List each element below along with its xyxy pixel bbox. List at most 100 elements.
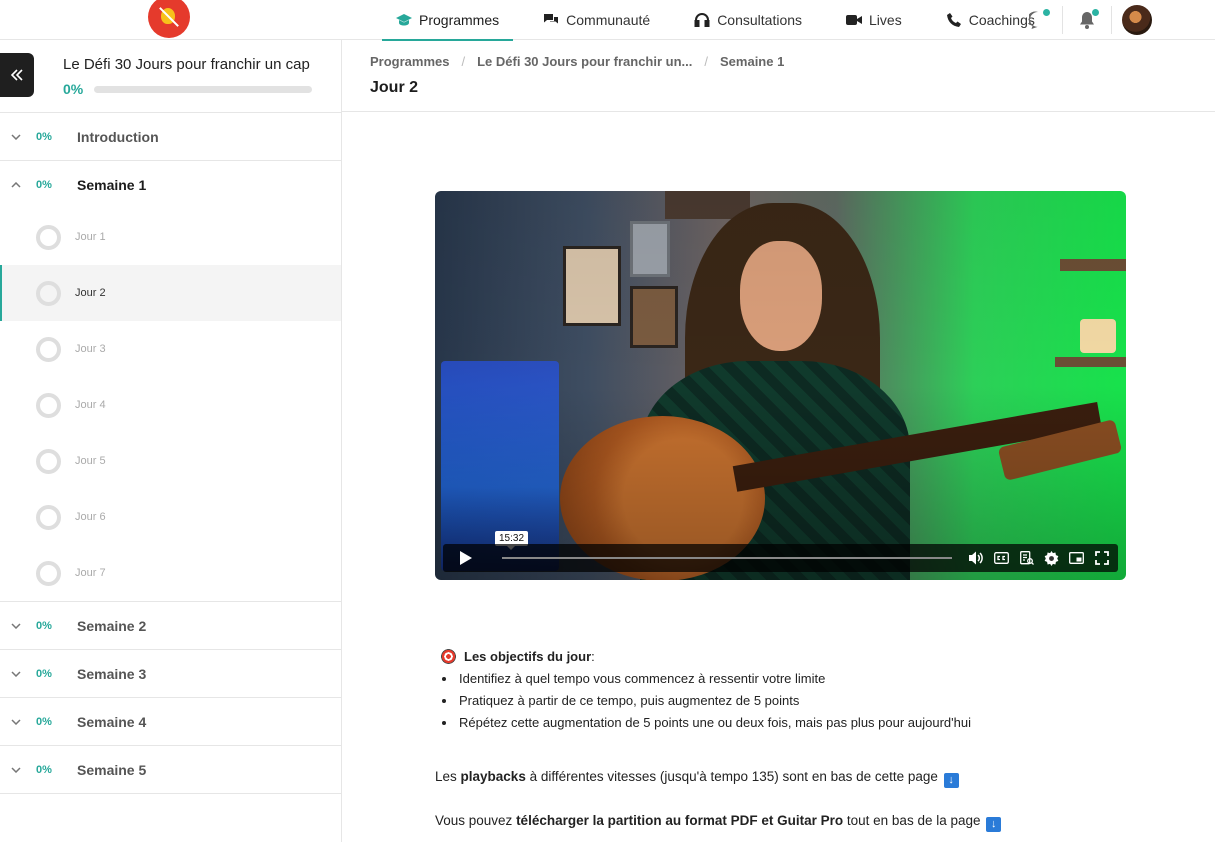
section-name: Semaine 1 bbox=[77, 177, 147, 193]
objectives-list: Identifiez à quel tempo vous commencez à… bbox=[457, 668, 1135, 734]
section-semaine-3[interactable]: 0% Semaine 3 bbox=[0, 650, 341, 698]
lesson-item[interactable]: Jour 5 bbox=[0, 433, 341, 489]
collapse-sidebar-button[interactable] bbox=[0, 53, 34, 97]
down-arrow-icon: ↓ bbox=[986, 816, 1002, 832]
chevron-down-icon bbox=[9, 133, 23, 140]
lesson-item[interactable]: Jour 6 bbox=[0, 489, 341, 545]
notifications-button[interactable] bbox=[1073, 6, 1101, 34]
breadcrumb: Programmes / Le Défi 30 Jours pour franc… bbox=[370, 54, 784, 69]
progress-ring-icon bbox=[36, 280, 61, 306]
lesson-content: Les objectifs du jour : Identifiez à que… bbox=[435, 647, 1135, 734]
section-percent: 0% bbox=[36, 179, 52, 191]
double-chevron-left-icon bbox=[10, 69, 23, 81]
lesson-name: Jour 1 bbox=[75, 231, 106, 243]
lesson-item[interactable]: Jour 4 bbox=[0, 377, 341, 433]
download-paragraph: Vous pouvez télécharger la partition au … bbox=[435, 813, 1002, 832]
divider bbox=[1111, 6, 1112, 34]
nav-consultations[interactable]: Consultations bbox=[680, 0, 816, 40]
section-name: Semaine 4 bbox=[77, 713, 147, 730]
section-name: Semaine 2 bbox=[77, 617, 147, 634]
text: Les bbox=[435, 769, 461, 784]
nav-label: Communauté bbox=[566, 12, 651, 28]
phone-icon bbox=[946, 12, 962, 28]
nav-label: Consultations bbox=[717, 12, 803, 28]
course-sidebar: Le Défi 30 Jours pour franchir un cap 0%… bbox=[0, 40, 342, 842]
video-scene bbox=[435, 191, 1126, 580]
lesson-item[interactable]: Jour 3 bbox=[0, 321, 341, 377]
divider bbox=[342, 111, 1215, 112]
section-name: Semaine 5 bbox=[77, 761, 147, 778]
list-item: Identifiez à quel tempo vous commencez à… bbox=[457, 668, 1135, 690]
section-percent: 0% bbox=[36, 763, 52, 776]
bold-text: playbacks bbox=[460, 769, 526, 784]
breadcrumb-item[interactable]: Le Défi 30 Jours pour franchir un... bbox=[477, 54, 692, 69]
lesson-item[interactable]: Jour 1 bbox=[0, 209, 341, 265]
page-title: Jour 2 bbox=[370, 79, 419, 96]
unread-dot bbox=[1043, 9, 1050, 16]
main-nav: Programmes Communauté Consultations Live… bbox=[382, 0, 1065, 41]
bold-text: télécharger la partition au format PDF e… bbox=[516, 813, 844, 828]
divider bbox=[1062, 6, 1063, 34]
nav-lives[interactable]: Lives bbox=[832, 0, 916, 40]
transcript-icon[interactable] bbox=[1019, 550, 1035, 566]
course-title: Le Défi 30 Jours pour franchir un cap bbox=[63, 56, 310, 73]
section-semaine-5[interactable]: 0% Semaine 5 bbox=[0, 746, 341, 794]
section-percent: 0% bbox=[36, 130, 52, 143]
lesson-name: Jour 4 bbox=[75, 399, 106, 411]
logo[interactable] bbox=[148, 0, 190, 38]
text: Vous pouvez bbox=[435, 813, 517, 828]
lesson-main: Programmes / Le Défi 30 Jours pour franc… bbox=[342, 40, 1215, 842]
course-progress-bar bbox=[94, 86, 312, 93]
breadcrumb-item[interactable]: Programmes bbox=[370, 54, 449, 69]
video-player[interactable]: 15:32 bbox=[435, 191, 1126, 580]
picture-in-picture-icon[interactable] bbox=[1069, 550, 1085, 566]
video-controls bbox=[443, 544, 1118, 572]
captions-icon[interactable] bbox=[994, 550, 1010, 566]
play-icon[interactable] bbox=[460, 551, 472, 565]
section-percent: 0% bbox=[36, 667, 52, 680]
progress-ring-icon bbox=[36, 336, 61, 362]
chevron-down-icon bbox=[9, 670, 23, 677]
lesson-name: Jour 5 bbox=[75, 455, 106, 467]
player-buttons bbox=[964, 550, 1114, 566]
video-scrubber[interactable] bbox=[502, 557, 952, 559]
section-semaine-2[interactable]: 0% Semaine 2 bbox=[0, 602, 341, 650]
avatar[interactable] bbox=[1122, 5, 1152, 35]
graduation-cap-icon bbox=[396, 12, 412, 28]
lesson-item-active[interactable]: Jour 2 bbox=[0, 265, 341, 321]
chevron-down-icon bbox=[9, 622, 23, 629]
messages-button[interactable] bbox=[1024, 6, 1052, 34]
section-list: 0% Introduction 0% Semaine 1 Jour 1 Jour… bbox=[0, 112, 341, 794]
section-introduction[interactable]: 0% Introduction bbox=[0, 113, 341, 161]
objectives-suffix: : bbox=[591, 648, 595, 664]
chevron-down-icon bbox=[9, 718, 23, 725]
chevron-up-icon bbox=[9, 182, 23, 188]
objectives-heading: Les objectifs du jour : bbox=[441, 647, 1135, 665]
video-camera-icon bbox=[846, 12, 863, 28]
guitar-logo-icon bbox=[148, 0, 190, 38]
breadcrumb-item[interactable]: Semaine 1 bbox=[720, 54, 784, 69]
playbacks-paragraph: Les playbacks à différentes vitesses (ju… bbox=[435, 769, 959, 788]
volume-icon[interactable] bbox=[969, 550, 985, 566]
section-semaine-1[interactable]: 0% Semaine 1 bbox=[0, 161, 341, 209]
settings-gear-icon[interactable] bbox=[1044, 550, 1060, 566]
fullscreen-icon[interactable] bbox=[1094, 550, 1110, 566]
lesson-name: Jour 2 bbox=[75, 287, 106, 299]
nav-label: Lives bbox=[869, 12, 902, 28]
section-semaine-4[interactable]: 0% Semaine 4 bbox=[0, 698, 341, 746]
progress-ring-icon bbox=[36, 224, 61, 250]
lesson-name: Jour 6 bbox=[75, 511, 106, 523]
section-name: Semaine 3 bbox=[77, 665, 147, 682]
breadcrumb-separator: / bbox=[461, 54, 466, 69]
lesson-name: Jour 3 bbox=[75, 343, 106, 355]
nav-programmes[interactable]: Programmes bbox=[382, 0, 514, 41]
nav-communaute[interactable]: Communauté bbox=[529, 0, 664, 40]
unread-dot bbox=[1092, 9, 1099, 16]
top-bar: Programmes Communauté Consultations Live… bbox=[0, 0, 1215, 41]
progress-ring-icon bbox=[36, 392, 61, 418]
chat-bubbles-icon bbox=[543, 12, 559, 28]
list-item: Pratiquez à partir de ce tempo, puis aug… bbox=[457, 690, 1135, 712]
lesson-item[interactable]: Jour 7 bbox=[0, 545, 341, 601]
section-name: Introduction bbox=[77, 128, 159, 145]
breadcrumb-separator: / bbox=[704, 54, 708, 69]
